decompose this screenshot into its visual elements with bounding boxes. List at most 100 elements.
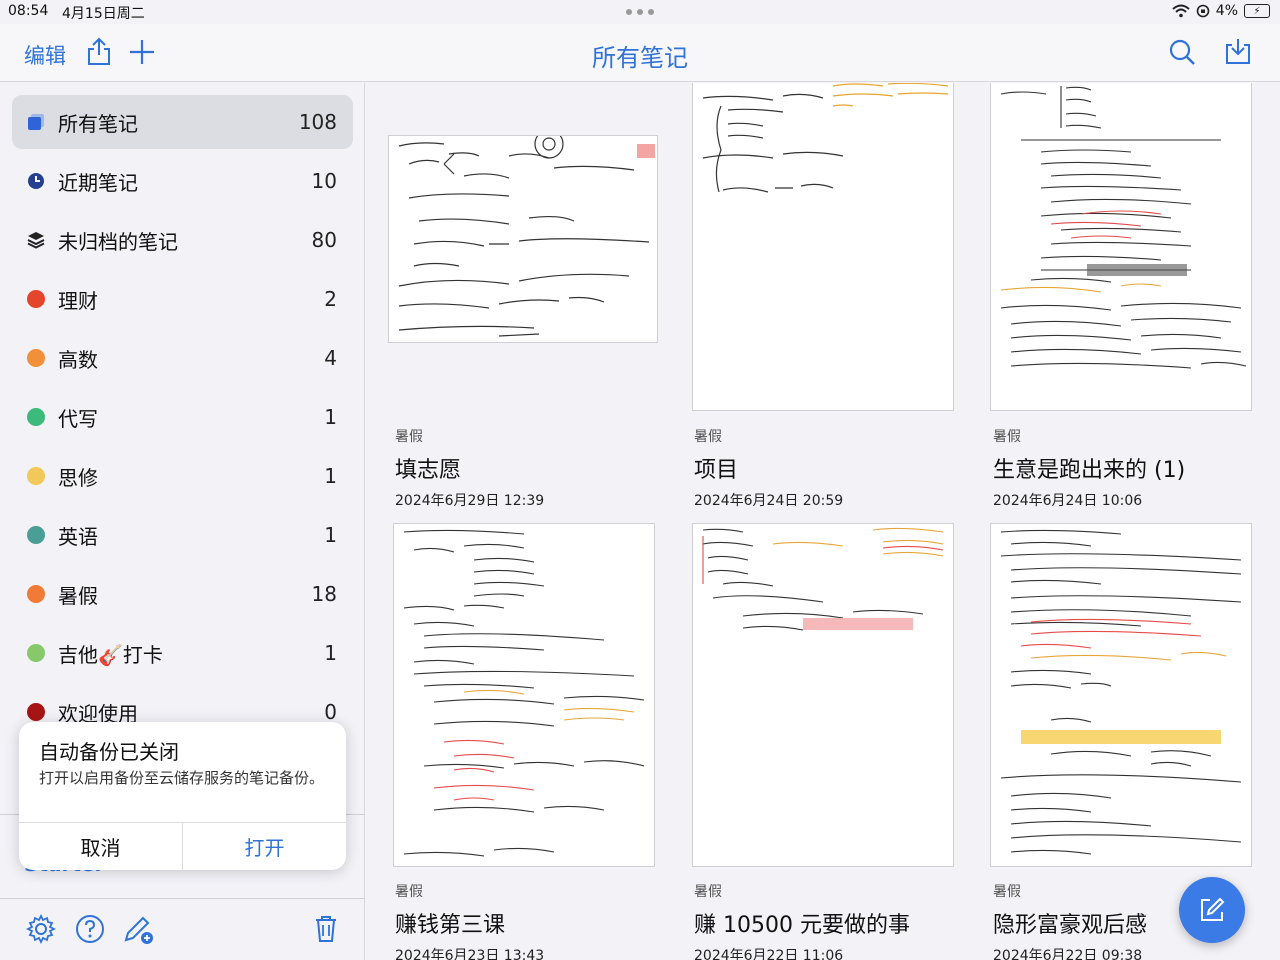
- note-date: 2024年6月23日 13:43: [395, 948, 545, 960]
- note-folder: 暑假: [694, 884, 722, 900]
- sidebar-item-count: 1: [324, 464, 337, 488]
- note-folder: 暑假: [395, 884, 423, 900]
- sidebar-item-unfiled-notes[interactable]: 未归档的笔记 80: [12, 213, 353, 267]
- dialog-message: 打开以启用备份至云储存服务的笔记备份。: [39, 769, 325, 787]
- status-time: 08:54: [8, 3, 49, 19]
- multitask-dots-icon[interactable]: [626, 9, 654, 15]
- note-date: 2024年6月24日 20:59: [694, 493, 844, 509]
- pen-add-icon[interactable]: [122, 914, 156, 946]
- note-title[interactable]: 生意是跑出来的 (1): [993, 452, 1255, 484]
- dialog-title: 自动备份已关闭: [39, 740, 179, 764]
- status-date: 4月15日周二: [62, 6, 145, 22]
- layers-icon: [26, 230, 46, 250]
- sidebar-item-count: 1: [324, 523, 337, 547]
- sidebar-item-label: 理财: [58, 288, 98, 313]
- sidebar-item-all-notes[interactable]: 所有笔记 108: [12, 95, 353, 149]
- edit-button[interactable]: 编辑: [24, 40, 66, 70]
- note-meta: 暑假 生意是跑出来的 (1) 2024年6月24日 10:06: [993, 426, 1255, 510]
- handwriting-preview: [398, 136, 655, 337]
- sidebar-item-finance[interactable]: 理财 2: [12, 272, 353, 326]
- sidebar-item-count: 1: [324, 405, 337, 429]
- handwriting-preview: [702, 83, 949, 193]
- folder-color-dot: [27, 349, 45, 367]
- note-title[interactable]: 赚 10500 元要做的事: [694, 907, 956, 939]
- orientation-lock-icon: [1196, 4, 1210, 18]
- sidebar-item-count: 10: [311, 169, 337, 193]
- divider: [0, 898, 365, 899]
- help-icon[interactable]: [75, 914, 105, 944]
- enable-backup-button[interactable]: 打开: [183, 822, 346, 870]
- wifi-icon: [1172, 4, 1190, 18]
- sidebar-item-label: 高数: [58, 347, 98, 372]
- note-date: 2024年6月24日 10:06: [993, 493, 1143, 509]
- sidebar-item-count: 4: [324, 346, 337, 370]
- note-thumbnail[interactable]: [692, 83, 954, 411]
- note-thumbnail[interactable]: [990, 523, 1252, 867]
- note-thumbnail[interactable]: [692, 523, 954, 867]
- note-date: 2024年6月22日 09:38: [993, 948, 1143, 960]
- note-meta: 暑假 赚 10500 元要做的事 2024年6月22日 11:06: [694, 881, 956, 960]
- top-navigation-bar: 编辑 所有笔记: [0, 24, 1280, 82]
- note-thumbnail[interactable]: [990, 83, 1252, 411]
- note-folder: 暑假: [694, 429, 722, 445]
- sidebar-item-count: 1: [324, 641, 337, 665]
- sidebar-item-math[interactable]: 高数 4: [12, 331, 353, 385]
- folder-color-dot: [27, 703, 45, 721]
- sidebar-item-count: 18: [311, 582, 337, 606]
- download-tray-icon[interactable]: [1224, 36, 1252, 66]
- folder-color-dot: [27, 290, 45, 308]
- sidebar-item-count: 2: [324, 287, 337, 311]
- notes-grid: 暑假 填志愿 2024年6月29日 12:39 暑假 项目 2024年6月24日…: [366, 83, 1280, 960]
- sidebar-item-ghostwriting[interactable]: 代写 1: [12, 390, 353, 444]
- note-date: 2024年6月22日 11:06: [694, 948, 844, 960]
- note-title[interactable]: 填志愿: [395, 452, 657, 484]
- trash-icon[interactable]: [313, 914, 339, 944]
- sidebar-item-label: 代写: [58, 406, 98, 431]
- sidebar-item-label: 思修: [58, 465, 98, 490]
- note-thumbnail[interactable]: [393, 523, 655, 867]
- folder-color-dot: [27, 644, 45, 662]
- settings-gear-icon[interactable]: [26, 914, 56, 944]
- share-icon[interactable]: [86, 36, 112, 66]
- sidebar-item-recent-notes[interactable]: 近期笔记 10: [12, 154, 353, 208]
- note-title[interactable]: 赚钱第三课: [395, 907, 657, 939]
- sidebar-item-label: 英语: [58, 524, 98, 549]
- sidebar-item-label: 暑假: [58, 583, 98, 608]
- note-thumbnail[interactable]: [388, 135, 658, 343]
- folder-color-dot: [27, 467, 45, 485]
- note-folder: 暑假: [395, 429, 423, 445]
- clock-icon: [26, 171, 46, 191]
- sidebar-item-count: 0: [324, 700, 337, 724]
- note-meta: 暑假 填志愿 2024年6月29日 12:39: [395, 426, 657, 510]
- sidebar-item-label: 所有笔记: [58, 111, 138, 136]
- battery-icon: ⚡: [1244, 4, 1270, 18]
- handwriting-preview: [1000, 86, 1247, 369]
- backup-disabled-dialog: 自动备份已关闭 打开以启用备份至云储存服务的笔记备份。 取消 打开: [19, 722, 346, 870]
- handwriting-preview: [702, 527, 944, 631]
- page-title: 所有笔记: [592, 44, 688, 72]
- search-icon[interactable]: [1168, 38, 1196, 66]
- sidebar-item-ethics[interactable]: 思修 1: [12, 449, 353, 503]
- note-meta: 暑假 项目 2024年6月24日 20:59: [694, 426, 956, 510]
- note-title[interactable]: 项目: [694, 452, 956, 484]
- sidebar-item-guitar[interactable]: 吉他🎸打卡 1: [12, 626, 353, 680]
- status-bar: 08:54 4月15日周二 4% ⚡: [0, 0, 1280, 24]
- sidebar-item-count: 80: [311, 228, 337, 252]
- folder-color-dot: [27, 408, 45, 426]
- sidebar-item-label: 未归档的笔记: [58, 229, 178, 254]
- compose-icon: [1201, 897, 1225, 921]
- sidebar-item-english[interactable]: 英语 1: [12, 508, 353, 562]
- sidebar-item-label: 吉他🎸打卡: [58, 642, 163, 667]
- add-icon[interactable]: [128, 38, 156, 66]
- sidebar-item-count: 108: [298, 110, 337, 134]
- note-folder: 暑假: [993, 429, 1021, 445]
- folder-color-dot: [27, 585, 45, 603]
- new-note-button[interactable]: [1179, 877, 1245, 943]
- cancel-button[interactable]: 取消: [19, 822, 182, 870]
- folder-color-dot: [27, 526, 45, 544]
- note-date: 2024年6月29日 12:39: [395, 493, 545, 509]
- sidebar-item-summer[interactable]: 暑假 18: [12, 567, 353, 621]
- handwriting-preview: [403, 529, 645, 857]
- handwriting-preview: [1000, 529, 1242, 855]
- status-right: 4% ⚡: [1172, 3, 1270, 19]
